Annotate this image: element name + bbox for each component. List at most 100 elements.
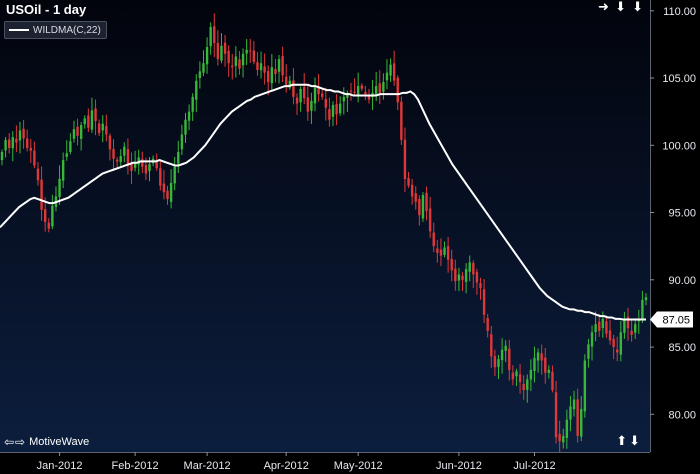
x-tick-label: Feb-2012 <box>112 460 159 472</box>
candle-body <box>277 59 281 72</box>
candle-body <box>378 83 381 93</box>
candle-body <box>439 249 443 256</box>
candle-body <box>464 269 468 282</box>
candle-body <box>587 344 590 359</box>
chart-canvas[interactable]: 80.00 85.00 90.00 95.00 100.00 105.00 110.00 J… <box>0 0 700 474</box>
candle-body <box>353 91 356 93</box>
candle-body <box>328 109 331 120</box>
candle-body <box>580 408 583 437</box>
candle-body <box>141 158 144 167</box>
candle-body <box>461 275 464 280</box>
y-tick-label: 85.00 <box>668 342 696 354</box>
candle-body <box>443 247 446 255</box>
candle-body <box>493 356 497 368</box>
x-tick-label: May-2012 <box>334 460 383 472</box>
indicator-legend[interactable]: WILDMA(C,22) <box>4 21 107 39</box>
candle-body <box>40 179 43 210</box>
candle-body <box>155 161 158 169</box>
candle-body <box>598 321 601 331</box>
candle-body <box>558 433 561 442</box>
candle-body <box>123 146 126 156</box>
y-tick-label: 105.00 <box>662 73 696 85</box>
zoom-arrows[interactable]: ⬆⬇ <box>616 434 642 449</box>
candle-body <box>349 90 353 92</box>
candle-body <box>630 330 633 335</box>
candle-body <box>565 419 569 438</box>
candle-body <box>51 205 54 227</box>
candle-body <box>47 222 50 229</box>
candle-body <box>576 399 579 436</box>
candle-body <box>33 150 36 166</box>
candle-body <box>249 50 252 52</box>
candle-body <box>119 156 122 163</box>
brand-label: MotiveWave <box>29 436 90 448</box>
candle-body <box>511 372 515 380</box>
candle-body <box>536 352 540 361</box>
nav-arrows-top[interactable]: ➜ ⬇ ⬇ <box>598 0 644 15</box>
candle-body <box>162 183 166 193</box>
candle <box>421 192 425 222</box>
y-tick-label: 90.00 <box>668 275 696 287</box>
candle-body <box>144 164 148 174</box>
candle-body <box>342 96 345 102</box>
candle-body <box>205 47 209 65</box>
candle-body <box>299 88 302 103</box>
brand-bar: ⇦⇨ MotiveWave <box>4 435 89 449</box>
candle-body <box>475 271 479 283</box>
candle-body <box>396 77 399 103</box>
candle-body <box>259 63 263 71</box>
candle-body <box>436 248 439 253</box>
candle-body <box>65 153 68 157</box>
candle-body <box>4 139 7 151</box>
candle-body <box>425 192 428 212</box>
candle-body <box>403 139 407 179</box>
candle-body <box>83 118 86 125</box>
candle-body <box>313 87 317 104</box>
y-tick-label: 95.00 <box>668 208 696 220</box>
candle-body <box>644 297 648 301</box>
candle-body <box>18 130 22 141</box>
candle-body <box>540 353 543 361</box>
candle-body <box>195 80 198 100</box>
candle-body <box>245 49 248 54</box>
candle-body <box>213 26 216 44</box>
candle-body <box>29 147 32 151</box>
candle-body <box>482 289 486 315</box>
candle-body <box>508 348 511 370</box>
candle-body <box>173 166 176 184</box>
candle-body <box>202 63 205 73</box>
candle-body <box>490 334 493 357</box>
scroll-arrows-icon[interactable]: ⇦⇨ <box>4 435 26 449</box>
candle-body <box>410 184 414 197</box>
candle-body <box>159 168 162 186</box>
candle-body <box>241 53 245 66</box>
candle-body <box>184 119 187 135</box>
candle-body <box>392 63 396 81</box>
candle-body <box>544 357 547 373</box>
candle-body <box>407 178 410 186</box>
chart-root: 80.00 85.00 90.00 95.00 100.00 105.00 110.00 J… <box>0 0 700 474</box>
candle-body <box>446 245 450 260</box>
candle-body <box>90 110 94 130</box>
candle-body <box>428 208 432 232</box>
candle-body <box>608 330 612 341</box>
candle-body <box>234 56 238 66</box>
candle-body <box>180 134 184 150</box>
candle-body <box>619 332 623 355</box>
candle-body <box>0 152 4 161</box>
last-value-tag: 87.05 <box>650 311 693 328</box>
candle-body <box>382 82 385 92</box>
x-tick-label: Mar-2012 <box>184 460 231 472</box>
candle-body <box>270 67 274 84</box>
candle-body <box>292 80 295 97</box>
candle-body <box>15 138 18 143</box>
candle-body <box>166 190 169 200</box>
candle-body <box>310 100 313 111</box>
candle-body <box>187 111 191 121</box>
nav-arrows-icon[interactable]: ➜ ⬇ ⬇ <box>598 0 644 15</box>
candle-body <box>22 128 25 139</box>
candle-body <box>616 349 619 353</box>
zoom-arrows-icon[interactable]: ⬆⬇ <box>616 434 642 449</box>
x-tick-label: Apr-2012 <box>264 460 309 472</box>
candle-body <box>105 125 108 135</box>
